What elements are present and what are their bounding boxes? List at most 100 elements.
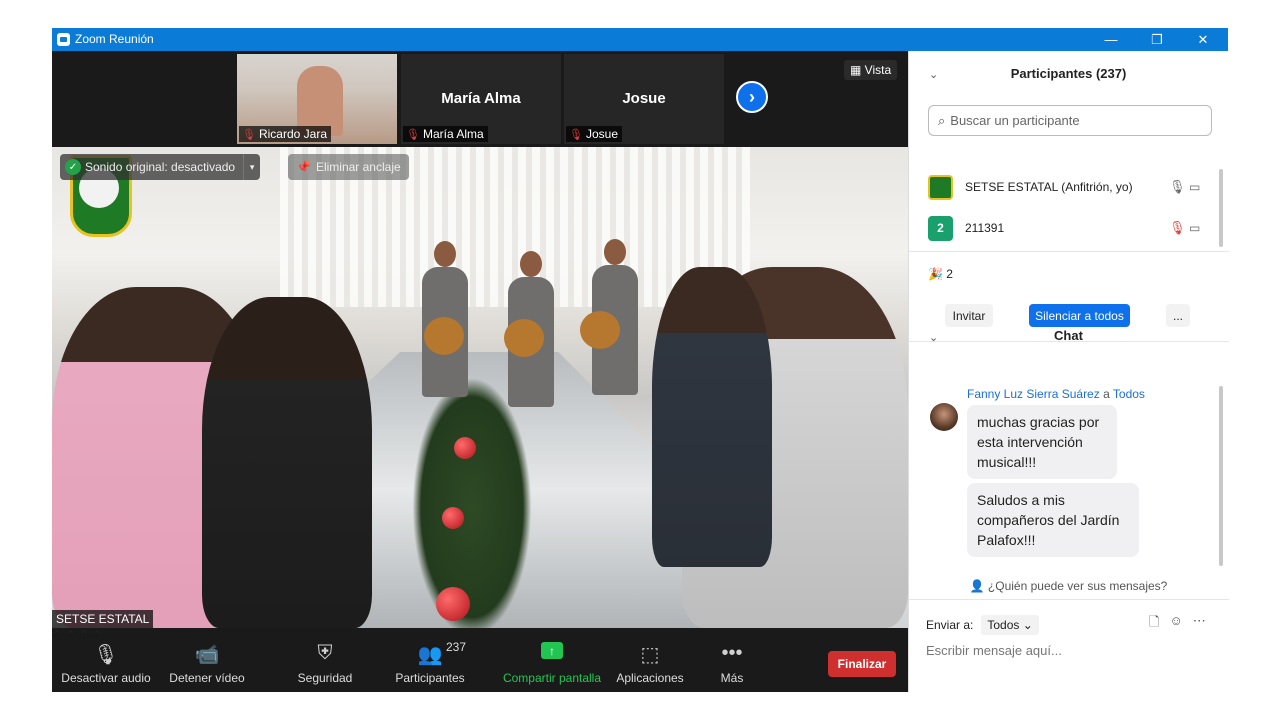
mute-all-button[interactable]: Silenciar a todos (1029, 304, 1130, 327)
more-participant-options-button[interactable]: ... (1166, 304, 1190, 327)
original-sound-label: Sonido original: desactivado (85, 160, 236, 174)
send-to-row: Enviar a: Todos ⌄ (926, 615, 1039, 635)
participant-row[interactable]: 2 211391 🎙 ▭ (909, 211, 1229, 245)
chat-recipient[interactable]: Todos (1113, 387, 1145, 401)
thumbnail-josue[interactable]: Josue 🎙 Josue (564, 54, 724, 144)
mic-muted-icon[interactable]: 🎙 (1169, 220, 1186, 236)
thumbnail-display-name: María Alma (441, 90, 521, 107)
apps-button[interactable]: ⬚ Aplicaciones (612, 628, 688, 692)
send-to-value: Todos (987, 618, 1020, 632)
apps-label: Aplicaciones (616, 671, 684, 685)
chat-panel-title: Chat (1054, 328, 1083, 343)
mic-muted-icon: 🎙 (406, 128, 420, 141)
more-dots-icon: ••• (721, 642, 743, 664)
thumbnail-label: 🎙 Ricardo Jara (239, 126, 331, 142)
unpin-label: Eliminar anclaje (315, 160, 401, 174)
chat-sender-avatar (930, 403, 958, 431)
mic-muted-icon: 🎙 (242, 128, 256, 141)
chat-tools: 🗋 ☺ ⋯ (1149, 613, 1206, 635)
next-page-button[interactable]: › (736, 81, 768, 113)
more-button[interactable]: ••• Más (706, 628, 758, 692)
chat-message[interactable]: muchas gracias por esta intervención mus… (967, 405, 1117, 479)
grid-icon: ▦ (850, 63, 865, 77)
send-to-dropdown[interactable]: Todos ⌄ (981, 615, 1039, 635)
thumbnail-display-name: Josue (622, 90, 666, 107)
share-screen-icon: ↑ (498, 642, 606, 659)
search-placeholder: Buscar un participante (950, 113, 1080, 128)
speaker-name-label: SETSE ESTATAL (52, 610, 154, 628)
person-lock-icon: 👤 (969, 579, 988, 593)
participants-panel-title: Participantes (237) (1010, 66, 1127, 81)
thumbnail-strip: 🎙 Ricardo Jara María Alma 🎙 María Alma J… (52, 51, 908, 147)
video-camera-icon[interactable]: ▭ (1189, 180, 1200, 194)
meeting-toolbar: 🎙 Desactivar audio ⌃ 📹 Detener vídeo ⌃ ⛨… (52, 628, 908, 692)
side-panel: ⌄ Participantes (237) ⌕ Buscar un partic… (908, 51, 1229, 692)
raised-hands-indicator: 🎉 2 (928, 267, 953, 281)
view-label: Vista (864, 63, 892, 77)
video-scene-guitar (504, 319, 544, 357)
security-label: Seguridad (297, 671, 353, 685)
title-bar: Zoom Reunión — ❐ ✕ (52, 28, 1228, 51)
end-meeting-button[interactable]: Finalizar (828, 651, 896, 677)
participants-label: Participantes (395, 671, 465, 685)
security-button[interactable]: ⛨ Seguridad (290, 628, 360, 692)
mute-audio-label: Desactivar audio (61, 671, 151, 685)
close-button[interactable]: ✕ (1180, 28, 1226, 51)
divider (909, 251, 1229, 252)
party-popper-icon: 🎉 (928, 267, 947, 281)
video-scene-ornament (436, 587, 470, 621)
microphone-icon: 🎙 (93, 644, 119, 666)
video-scene-person (652, 267, 772, 567)
video-scene-ornament (442, 507, 464, 529)
share-screen-label: Compartir pantalla (502, 671, 602, 685)
chat-message[interactable]: Saludos a mis compañeros del Jardín Pala… (967, 483, 1139, 557)
original-sound-toggle[interactable]: ✓ Sonido original: desactivado ▾ (60, 154, 261, 180)
microphone-icon[interactable]: 🎙 (1169, 179, 1186, 195)
zoom-window: Zoom Reunión — ❐ ✕ 🎙 Ricardo Jara María … (52, 28, 1229, 692)
stop-video-label: Detener vídeo (169, 671, 245, 685)
thumbnail-name: Josue (585, 127, 618, 141)
view-button[interactable]: ▦ Vista (844, 60, 898, 80)
chat-scrollbar[interactable] (1219, 386, 1223, 566)
emoji-icon[interactable]: ☺ (1169, 613, 1182, 635)
video-scene-guitar (580, 311, 620, 349)
thumbnail-label: 🎙 Josue (566, 126, 622, 142)
participant-search-input[interactable]: ⌕ Buscar un participante (928, 105, 1212, 136)
shield-icon: ⛨ (317, 642, 333, 664)
participant-name: 211391 (965, 221, 1005, 235)
search-icon: ⌕ (938, 112, 946, 128)
video-camera-icon: 📹 (194, 644, 220, 666)
participant-name: SETSE ESTATAL (Anfitrión, yo) (965, 180, 1133, 194)
file-icon[interactable]: 🗋 (1149, 613, 1159, 635)
video-camera-icon[interactable]: ▭ (1189, 221, 1200, 235)
more-label: Más (720, 671, 744, 685)
participants-count: 237 (446, 640, 467, 654)
thumbnail-maria-alma[interactable]: María Alma 🎙 María Alma (401, 54, 561, 144)
more-dots-icon[interactable]: ⋯ (1193, 613, 1206, 635)
minimize-button[interactable]: — (1088, 28, 1134, 51)
mic-muted-icon: 🎙 (569, 128, 583, 141)
chat-message-input[interactable] (926, 643, 1216, 658)
chat-sender-name[interactable]: Fanny Luz Sierra Suárez (967, 387, 1100, 401)
participants-scrollbar[interactable] (1219, 169, 1223, 247)
zoom-logo-icon (57, 33, 70, 46)
stop-video-button[interactable]: 📹 Detener vídeo (164, 628, 250, 692)
chat-sender-connector: a (1103, 387, 1110, 401)
restore-button[interactable]: ❐ (1134, 28, 1180, 51)
unpin-button[interactable]: 📌 Eliminar anclaje (288, 154, 409, 180)
invite-button[interactable]: Invitar (945, 304, 993, 327)
mute-audio-button[interactable]: 🎙 Desactivar audio (58, 628, 154, 692)
who-can-see-messages[interactable]: 👤 ¿Quién puede ver sus mensajes? (909, 579, 1228, 593)
send-to-label: Enviar a: (926, 618, 974, 632)
participant-row[interactable]: SETSE ESTATAL (Anfitrión, yo) 🎙 ▭ (909, 170, 1229, 204)
chevron-down-icon: ⌄ (1022, 618, 1033, 632)
video-scene-guitar (424, 317, 464, 355)
participants-button[interactable]: 👥 237 Participantes (390, 628, 470, 692)
thumbnail-label: 🎙 María Alma (403, 126, 488, 142)
thumbnail-ricardo-jara[interactable]: 🎙 Ricardo Jara (237, 54, 397, 144)
chevron-down-icon[interactable]: ▾ (243, 154, 260, 180)
main-video: ✓ Sonido original: desactivado ▾ 📌 Elimi… (52, 147, 908, 628)
meeting-area: 🎙 Ricardo Jara María Alma 🎙 María Alma J… (52, 51, 908, 692)
participant-avatar: 2 (928, 215, 953, 241)
share-screen-button[interactable]: ↑ Compartir pantalla (498, 628, 606, 692)
